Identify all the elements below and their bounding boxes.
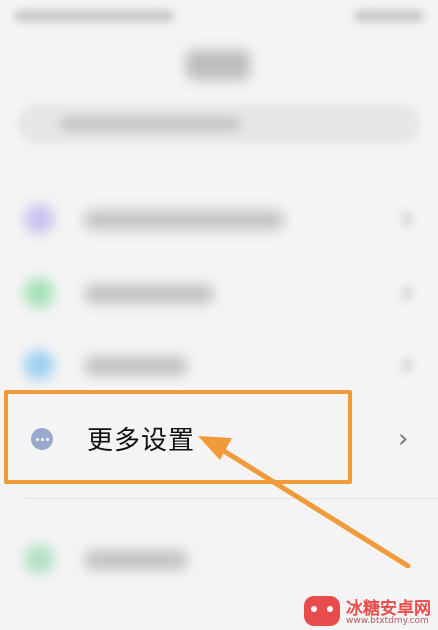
row-label-blurred-2 xyxy=(84,284,214,304)
more-settings-label: 更多设置 xyxy=(87,426,196,456)
settings-screen: 更多设置 › 冰糖安卓网 www.btxtdmy.com xyxy=(0,0,438,630)
status-bar-right-blurred xyxy=(354,10,424,22)
watermark-logo-icon xyxy=(304,596,340,626)
settings-row-blurred-2[interactable] xyxy=(0,256,438,330)
status-bar-left-blurred xyxy=(14,10,174,22)
more-settings-row[interactable] xyxy=(0,398,438,476)
search-placeholder-blurred xyxy=(60,117,240,131)
row-icon-blurred-2 xyxy=(24,278,54,308)
settings-row-blurred-4[interactable] xyxy=(0,522,438,596)
divider xyxy=(26,498,438,499)
chevron-right-icon xyxy=(402,358,412,372)
chevron-right-icon: › xyxy=(398,424,409,454)
row-icon-blurred-1 xyxy=(24,204,54,234)
chevron-right-icon xyxy=(402,212,412,226)
settings-row-blurred-3[interactable] xyxy=(0,328,438,402)
row-label-blurred-3 xyxy=(84,356,188,376)
row-label-blurred-4 xyxy=(84,550,188,570)
row-icon-blurred-3 xyxy=(24,350,54,380)
watermark-url: www.btxtdmy.com xyxy=(346,616,429,626)
row-icon-blurred-4 xyxy=(24,544,54,574)
status-bar xyxy=(0,0,438,34)
row-label-blurred-1 xyxy=(84,210,284,230)
more-dots-icon xyxy=(31,428,53,450)
settings-row-blurred-1[interactable] xyxy=(0,182,438,256)
page-title-blurred xyxy=(186,50,250,80)
chevron-right-icon xyxy=(402,286,412,300)
watermark: 冰糖安卓网 www.btxtdmy.com xyxy=(300,592,438,630)
